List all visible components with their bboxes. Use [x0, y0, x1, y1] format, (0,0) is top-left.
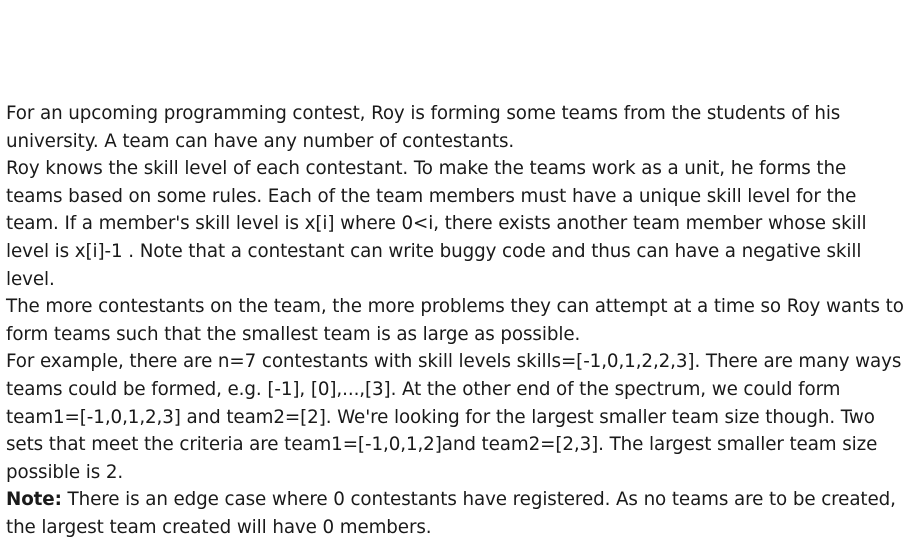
note-text: There is an edge case where 0 contestant… [6, 489, 896, 538]
note-label: Note: [6, 489, 62, 511]
problem-statement: For an upcoming programming contest, Roy… [6, 100, 906, 542]
paragraph-note: Note: There is an edge case where 0 cont… [6, 486, 906, 541]
paragraph-goal: The more contestants on the team, the mo… [6, 296, 904, 345]
paragraph-rules: Roy knows the skill level of each contes… [6, 158, 867, 290]
paragraph-intro: For an upcoming programming contest, Roy… [6, 103, 841, 152]
paragraph-example: For example, there are n=7 contestants w… [6, 351, 902, 483]
